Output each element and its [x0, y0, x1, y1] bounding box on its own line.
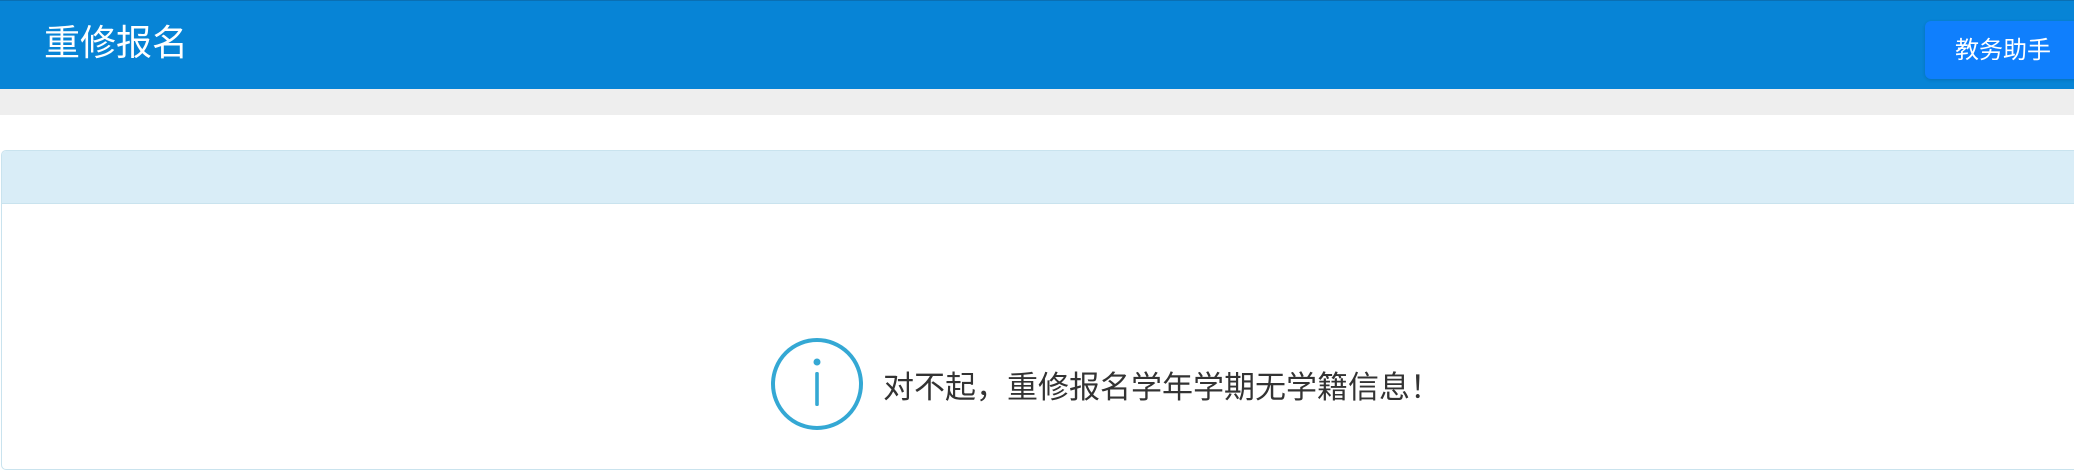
- notice-message: 对不起，重修报名学年学期无学籍信息！: [769, 336, 1441, 432]
- page-title: 重修报名: [44, 23, 189, 64]
- academic-assistant-button[interactable]: 教务助手: [1925, 21, 2074, 79]
- panel-heading: [2, 151, 2074, 204]
- info-circle-icon: [771, 338, 863, 430]
- panel-body: 对不起，重修报名学年学期无学籍信息！: [2, 204, 2074, 469]
- info-panel: 对不起，重修报名学年学期无学籍信息！: [1, 150, 2074, 470]
- top-header-bar: 重修报名 教务助手: [0, 0, 2074, 89]
- header-separator-band: [0, 89, 2074, 115]
- notice-message-text: 对不起，重修报名学年学期无学籍信息！: [883, 369, 1441, 406]
